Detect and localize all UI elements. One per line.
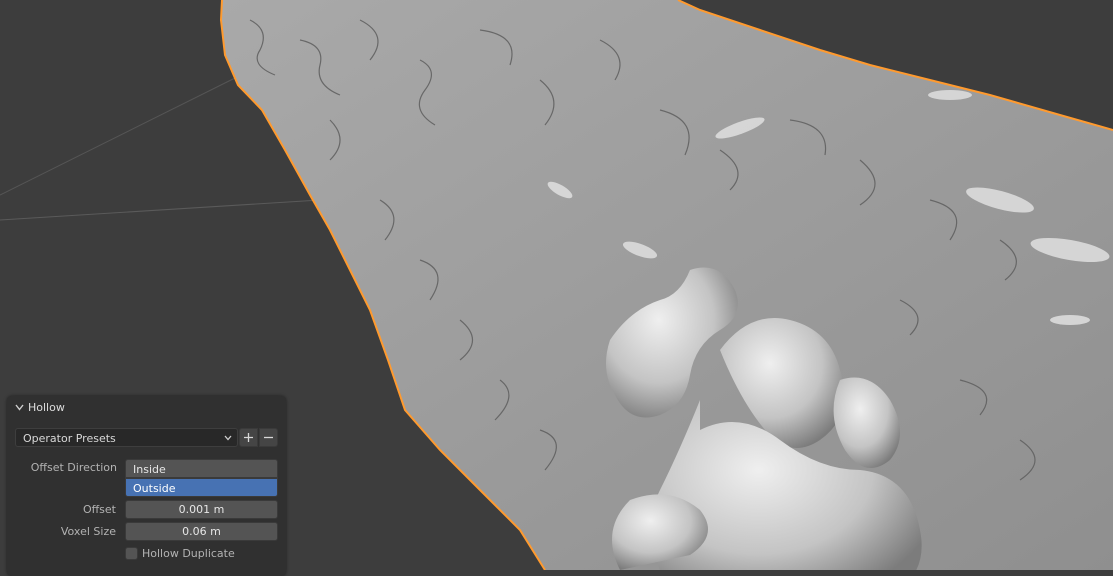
offset-direction-outside-option[interactable]: Outside [125,478,278,497]
inside-option-label: Inside [133,463,166,476]
grid-line [0,199,321,221]
offset-label: Offset [82,503,116,516]
remove-preset-button[interactable] [259,428,278,447]
minus-icon [264,436,273,439]
add-preset-button[interactable] [239,428,258,447]
voxel-size-label: Voxel Size [60,525,116,538]
panel-header[interactable]: Hollow [7,396,286,419]
voxel-size-field[interactable]: 0.06 m [125,522,278,541]
operator-presets-label: Operator Presets [23,432,116,445]
operator-panel: Hollow Operator Presets Offset Direction… [7,396,286,576]
panel-title: Hollow [28,401,65,414]
outside-option-label: Outside [133,482,176,495]
chevron-down-icon[interactable] [15,404,24,411]
plus-icon [244,433,253,442]
operator-presets-dropdown[interactable]: Operator Presets [15,428,238,447]
grid-line [0,77,236,196]
preset-row: Operator Presets [15,428,279,447]
offset-field[interactable]: 0.001 m [125,500,278,519]
hollow-duplicate-label[interactable]: Hollow Duplicate [142,547,235,560]
offset-direction-inside-option[interactable]: Inside [125,459,278,478]
offset-direction-label: Offset Direction [30,461,117,474]
chevron-down-icon [224,435,232,441]
hollow-duplicate-checkbox[interactable] [125,547,138,560]
